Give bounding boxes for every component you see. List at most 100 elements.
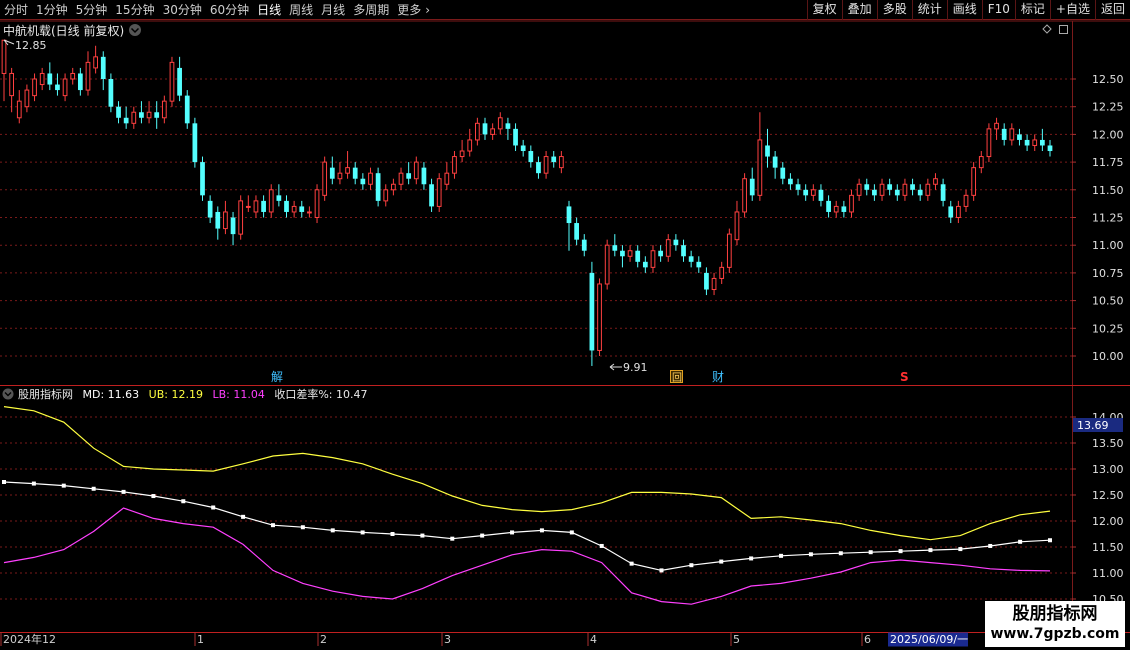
candle[interactable]	[956, 200, 961, 224]
diamond-icon[interactable]	[1042, 24, 1052, 34]
candle[interactable]	[673, 234, 679, 251]
candle[interactable]	[795, 178, 801, 196]
candle[interactable]	[742, 173, 747, 218]
candle[interactable]	[1001, 123, 1007, 146]
candle[interactable]	[719, 261, 725, 284]
candle[interactable]	[1032, 134, 1038, 152]
candle[interactable]	[711, 272, 717, 296]
candle[interactable]	[520, 139, 526, 157]
candle[interactable]	[933, 173, 938, 190]
candle[interactable]	[230, 211, 236, 246]
candle[interactable]	[849, 189, 854, 218]
indicator-dropdown-icon[interactable]	[2, 388, 14, 400]
candle[interactable]	[329, 156, 335, 185]
candle[interactable]	[581, 234, 587, 257]
candle[interactable]	[406, 162, 412, 185]
candle[interactable]	[604, 239, 610, 290]
candle[interactable]	[872, 184, 877, 201]
candle[interactable]	[986, 123, 992, 163]
candle[interactable]	[650, 245, 656, 273]
event-marker-s[interactable]: S	[900, 370, 909, 384]
candle[interactable]	[47, 62, 53, 91]
candle[interactable]	[963, 189, 969, 212]
candle[interactable]	[452, 151, 457, 179]
candle[interactable]	[1039, 128, 1045, 152]
candle[interactable]	[497, 112, 503, 135]
candle[interactable]	[261, 195, 266, 218]
candle[interactable]	[826, 195, 831, 218]
candle[interactable]	[375, 167, 381, 207]
candle[interactable]	[1047, 139, 1053, 157]
candle[interactable]	[910, 178, 915, 196]
candle[interactable]	[772, 151, 778, 179]
candle[interactable]	[597, 278, 602, 356]
candle[interactable]	[490, 123, 496, 140]
candle[interactable]	[368, 167, 373, 190]
candle[interactable]	[436, 173, 442, 212]
candle[interactable]	[116, 101, 121, 124]
candle[interactable]	[245, 195, 251, 212]
candle[interactable]	[856, 178, 862, 201]
event-marker-hui[interactable]: 回	[670, 370, 683, 385]
candle[interactable]	[253, 195, 259, 218]
candle[interactable]	[93, 45, 98, 74]
candle[interactable]	[925, 178, 931, 201]
candle[interactable]	[9, 67, 15, 113]
candle[interactable]	[131, 106, 137, 129]
candle[interactable]	[894, 184, 900, 201]
candle[interactable]	[307, 206, 312, 218]
candle[interactable]	[398, 167, 404, 190]
event-marker-cai[interactable]: 财	[712, 370, 724, 384]
candle[interactable]	[123, 106, 129, 129]
candle[interactable]	[238, 195, 244, 240]
candle[interactable]	[574, 217, 579, 246]
candle[interactable]	[1, 39, 7, 102]
candle[interactable]	[391, 178, 396, 196]
candle[interactable]	[536, 156, 541, 179]
candle[interactable]	[688, 250, 694, 268]
candle[interactable]	[803, 184, 809, 201]
candle[interactable]	[154, 101, 160, 129]
candle[interactable]	[971, 162, 977, 201]
candle[interactable]	[161, 95, 167, 124]
candle[interactable]	[16, 90, 22, 124]
candle[interactable]	[299, 200, 305, 218]
candle[interactable]	[1017, 128, 1022, 146]
candle[interactable]	[810, 184, 816, 201]
candle[interactable]	[207, 195, 213, 224]
candle[interactable]	[314, 184, 320, 224]
candle[interactable]	[39, 67, 45, 91]
candle[interactable]	[421, 162, 427, 190]
candle[interactable]	[833, 200, 839, 218]
candle[interactable]	[642, 256, 648, 273]
candle[interactable]	[475, 117, 480, 146]
candle[interactable]	[32, 73, 37, 102]
candle[interactable]	[780, 162, 786, 185]
candle[interactable]	[467, 128, 473, 157]
candle[interactable]	[696, 256, 702, 273]
candle[interactable]	[1009, 123, 1015, 146]
candle[interactable]	[345, 151, 350, 179]
candle[interactable]	[268, 184, 274, 218]
candle[interactable]	[24, 84, 30, 113]
candle[interactable]	[70, 67, 76, 85]
candle[interactable]	[284, 195, 289, 218]
candle[interactable]	[841, 200, 847, 218]
candle[interactable]	[681, 239, 686, 262]
candle[interactable]	[978, 151, 984, 174]
candle[interactable]	[146, 101, 152, 124]
event-marker-jie[interactable]: 解	[271, 370, 283, 384]
candle[interactable]	[627, 245, 633, 262]
candle[interactable]	[100, 51, 106, 91]
candle[interactable]	[948, 200, 954, 224]
candle[interactable]	[864, 178, 870, 196]
candle[interactable]	[352, 162, 358, 185]
candle[interactable]	[879, 178, 885, 201]
candle[interactable]	[704, 267, 709, 296]
candle[interactable]	[360, 173, 366, 190]
candle[interactable]	[757, 112, 763, 201]
candle[interactable]	[1024, 134, 1030, 152]
candle[interactable]	[566, 200, 572, 251]
candle[interactable]	[551, 151, 557, 168]
candle[interactable]	[612, 234, 618, 257]
